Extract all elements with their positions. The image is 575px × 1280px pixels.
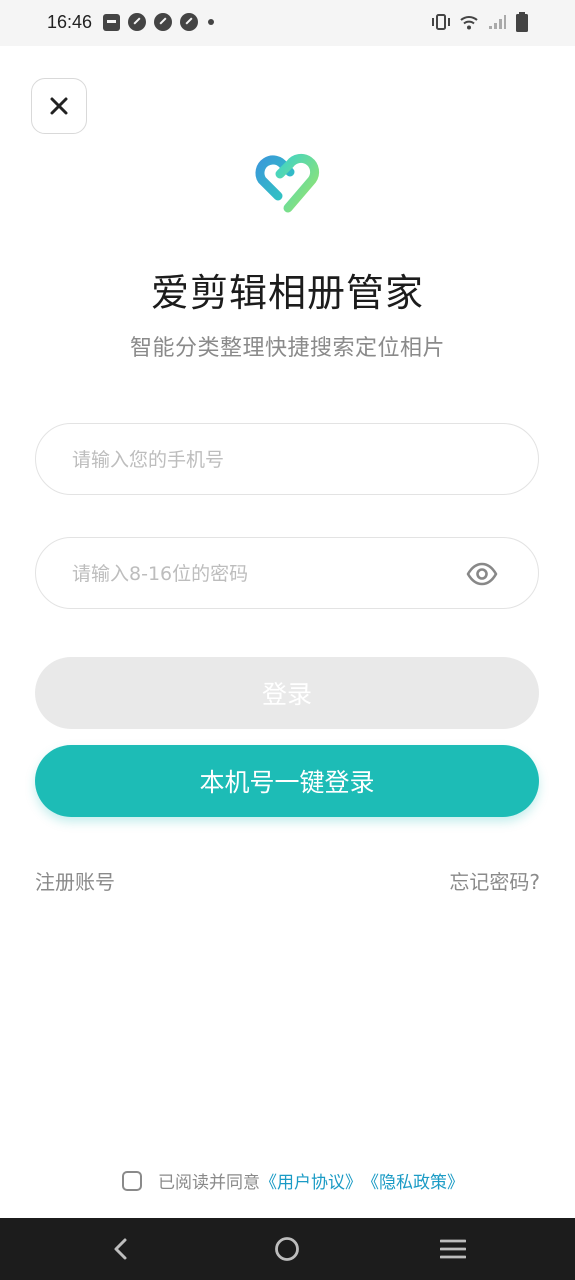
phone-field[interactable] <box>35 423 539 496</box>
heart-logo-icon <box>255 153 320 213</box>
back-icon[interactable] <box>108 1236 134 1262</box>
forgot-password-link[interactable]: 忘记密码? <box>449 866 540 895</box>
speedometer-icon <box>128 13 146 31</box>
eye-icon[interactable] <box>466 560 498 588</box>
more-notifications-dot-icon <box>208 19 214 25</box>
app-title: 爱剪辑相册管家 <box>150 271 424 315</box>
agreement-row: 已阅读并同意 《用户协议》 《隐私政策》 <box>122 1168 464 1193</box>
register-link[interactable]: 注册账号 <box>35 866 115 895</box>
close-button[interactable] <box>31 78 87 134</box>
agreement-checkbox[interactable] <box>122 1170 142 1191</box>
system-icons <box>431 12 529 32</box>
agreement-prefix: 已阅读并同意 <box>158 1173 260 1193</box>
status-bar: 16:46 <box>0 0 575 46</box>
login-button[interactable]: 登录 <box>35 657 539 729</box>
wifi-icon <box>460 16 478 30</box>
one-key-login-button[interactable]: 本机号一键登录 <box>35 745 539 817</box>
privacy-policy-link[interactable]: 《隐私政策》 <box>362 1168 464 1193</box>
menu-icon[interactable] <box>440 1238 466 1260</box>
vibrate-icon <box>432 14 450 30</box>
notification-icons <box>103 13 214 31</box>
password-field[interactable] <box>35 537 539 610</box>
home-icon[interactable] <box>274 1236 300 1262</box>
user-agreement-link[interactable]: 《用户协议》 <box>260 1168 362 1193</box>
speedometer-icon <box>154 13 172 31</box>
speedometer-icon <box>180 13 198 31</box>
app-subtitle: 智能分类整理快捷搜索定位相片 <box>129 336 445 361</box>
battery-icon <box>516 12 528 32</box>
message-notification-icon <box>103 13 120 31</box>
signal-icon <box>489 15 506 29</box>
phone-input[interactable] <box>70 424 474 496</box>
navigation-bar <box>0 1218 575 1280</box>
password-input[interactable] <box>70 538 474 610</box>
status-time: 16:46 <box>47 12 93 32</box>
close-icon <box>50 97 68 115</box>
